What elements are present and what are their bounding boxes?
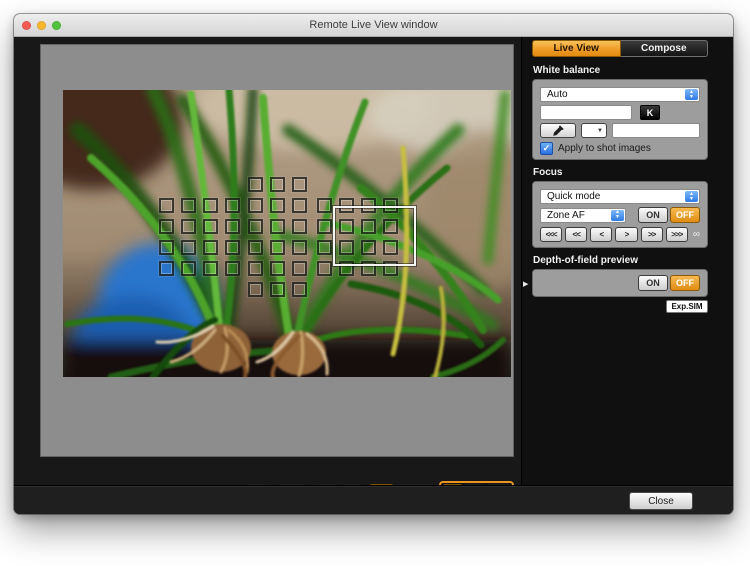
dof-off-button[interactable]: OFF [670, 275, 700, 291]
af-point[interactable] [317, 240, 332, 255]
zoom-window-icon[interactable] [52, 21, 61, 30]
af-point[interactable] [159, 261, 174, 276]
focus-near-3-button[interactable]: >>> [666, 227, 688, 242]
live-view-canvas [40, 44, 514, 457]
focus-nav-row: <<< << < > >> >>> ∞ [540, 227, 700, 242]
white-balance-group: Auto ▲▼ K [532, 79, 708, 160]
stepper-icon: ▲▼ [685, 89, 698, 100]
af-point[interactable] [181, 240, 196, 255]
focus-far-1-button[interactable]: < [590, 227, 612, 242]
af-point[interactable] [317, 198, 332, 213]
title-bar[interactable]: Remote Live View window [14, 14, 733, 37]
focus-group: Quick mode ▲▼ Zone AF ▲▼ [532, 181, 708, 248]
remote-live-view-window: Remote Live View window [14, 14, 733, 514]
dof-on-button[interactable]: ON [638, 275, 668, 291]
apply-to-shot-label: Apply to shot images [558, 143, 651, 154]
white-balance-header: White balance [532, 62, 708, 79]
af-point[interactable] [270, 177, 285, 192]
af-point[interactable] [292, 219, 307, 234]
af-point[interactable] [270, 282, 285, 297]
focus-mode-value: Quick mode [547, 191, 600, 202]
wb-kelvin-input[interactable] [540, 105, 632, 120]
panel-tabs: Live View Compose [532, 40, 708, 57]
window-content: AUTO [14, 37, 733, 486]
af-point[interactable] [317, 261, 332, 276]
af-point[interactable] [181, 198, 196, 213]
af-point[interactable] [270, 261, 285, 276]
live-view-image[interactable] [63, 90, 511, 377]
close-window-icon[interactable] [22, 21, 31, 30]
af-point[interactable] [225, 261, 240, 276]
af-point[interactable] [270, 198, 285, 213]
af-grid-layer [63, 90, 511, 377]
bottom-bar: Close [14, 485, 733, 514]
af-point[interactable] [203, 219, 218, 234]
focus-near-2-button[interactable]: >> [641, 227, 663, 242]
eyedropper-icon [552, 125, 564, 137]
af-point[interactable] [225, 240, 240, 255]
af-point[interactable] [292, 240, 307, 255]
wb-eyedropper-button[interactable] [540, 123, 576, 138]
wb-preset-value: Auto [547, 89, 568, 100]
af-point[interactable] [292, 177, 307, 192]
af-area-value: Zone AF [547, 210, 585, 221]
minimize-window-icon[interactable] [37, 21, 46, 30]
af-point[interactable] [270, 219, 285, 234]
focus-mode-select[interactable]: Quick mode ▲▼ [540, 189, 700, 204]
af-off-button[interactable]: OFF [670, 207, 700, 223]
af-point[interactable] [248, 198, 263, 213]
af-point[interactable] [203, 261, 218, 276]
close-button[interactable]: Close [629, 492, 693, 510]
window-title: Remote Live View window [309, 19, 437, 31]
af-point[interactable] [181, 261, 196, 276]
af-point[interactable] [225, 198, 240, 213]
control-panel: ▶ Live View Compose White balance Auto ▲… [521, 37, 733, 486]
af-point[interactable] [181, 219, 196, 234]
panel-disclosure-icon[interactable]: ▶ [523, 280, 528, 288]
tab-live-view[interactable]: Live View [532, 40, 621, 57]
focus-near-1-button[interactable]: > [615, 227, 637, 242]
af-point[interactable] [203, 240, 218, 255]
dropdown-arrow-icon: ▼ [597, 128, 603, 134]
stepper-icon: ▲▼ [611, 210, 624, 221]
af-point[interactable] [292, 261, 307, 276]
af-point[interactable] [248, 282, 263, 297]
focus-header: Focus [532, 164, 708, 181]
af-point[interactable] [159, 198, 174, 213]
infinity-icon: ∞ [693, 229, 700, 240]
exp-sim-badge: Exp.SIM [666, 300, 708, 313]
af-point[interactable] [159, 219, 174, 234]
af-point[interactable] [248, 177, 263, 192]
af-point[interactable] [292, 198, 307, 213]
apply-to-shot-checkbox[interactable]: ✓ [540, 142, 553, 155]
af-point[interactable] [159, 240, 174, 255]
focus-far-3-button[interactable]: <<< [540, 227, 562, 242]
af-point[interactable] [248, 240, 263, 255]
wb-kelvin-button[interactable]: K [640, 105, 660, 120]
traffic-lights [22, 14, 61, 36]
wb-custom-input[interactable] [612, 123, 700, 138]
dof-group: ON OFF [532, 269, 708, 297]
af-on-button[interactable]: ON [638, 207, 668, 223]
af-point[interactable] [317, 219, 332, 234]
af-point[interactable] [292, 282, 307, 297]
wb-preset-select[interactable]: Auto ▲▼ [540, 87, 700, 102]
stepper-icon: ▲▼ [685, 191, 698, 202]
af-point[interactable] [225, 219, 240, 234]
dof-header: Depth-of-field preview [532, 252, 708, 269]
af-point[interactable] [248, 219, 263, 234]
af-point[interactable] [270, 240, 285, 255]
tab-compose[interactable]: Compose [621, 40, 709, 57]
wb-custom-dropdown[interactable]: ▼ [581, 123, 607, 138]
af-zone-frame[interactable] [333, 206, 416, 266]
af-point[interactable] [203, 198, 218, 213]
af-point[interactable] [248, 261, 263, 276]
focus-far-2-button[interactable]: << [565, 227, 587, 242]
af-area-select[interactable]: Zone AF ▲▼ [540, 208, 626, 223]
